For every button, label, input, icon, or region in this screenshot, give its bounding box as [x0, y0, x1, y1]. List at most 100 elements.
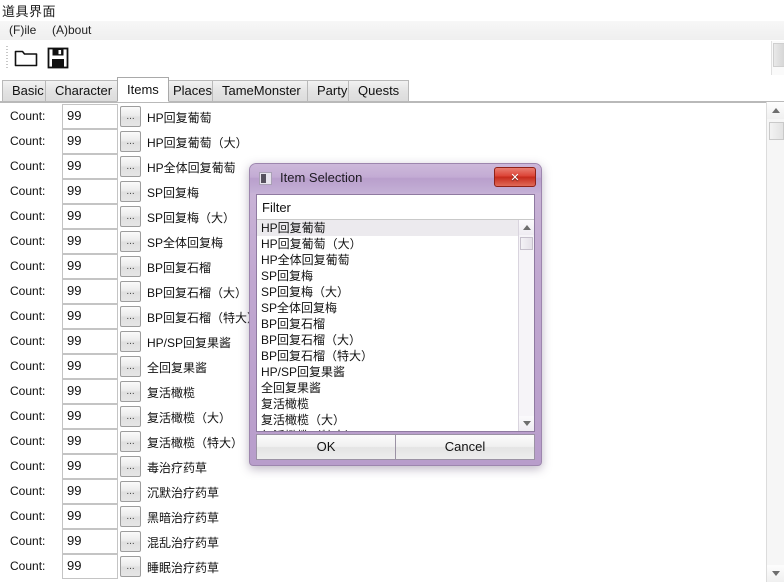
menu-file[interactable]: (F)ile	[5, 23, 40, 38]
dialog-scroll-down-button[interactable]	[519, 416, 534, 431]
count-input[interactable]: 99	[62, 454, 118, 479]
item-name: BP回复石榴（大）	[147, 286, 248, 300]
tab-character[interactable]: Character	[45, 80, 123, 101]
count-input[interactable]: 99	[62, 179, 118, 204]
scroll-down-button[interactable]	[767, 565, 784, 582]
browse-button[interactable]: ...	[120, 206, 141, 227]
browse-button[interactable]: ...	[120, 381, 141, 402]
count-value: 99	[67, 158, 82, 173]
list-item[interactable]: SP全体回复梅	[257, 300, 534, 316]
open-file-button[interactable]	[12, 44, 40, 72]
browse-button[interactable]: ...	[120, 156, 141, 177]
tab-items[interactable]: Items	[117, 77, 169, 102]
save-file-button[interactable]	[44, 44, 72, 72]
browse-button[interactable]: ...	[120, 531, 141, 552]
browse-button[interactable]: ...	[120, 181, 141, 202]
count-input[interactable]: 99	[62, 204, 118, 229]
count-input[interactable]: 99	[62, 279, 118, 304]
list-item[interactable]: HP回复葡萄（大）	[257, 236, 534, 252]
count-input[interactable]: 99	[62, 504, 118, 529]
chevron-up-icon	[771, 108, 780, 113]
count-label: Count:	[10, 334, 46, 348]
browse-button[interactable]: ...	[120, 231, 141, 252]
cancel-button[interactable]: Cancel	[396, 434, 535, 460]
browse-button[interactable]: ...	[120, 131, 141, 152]
count-input[interactable]: 99	[62, 254, 118, 279]
list-item[interactable]: 复活橄榄	[257, 396, 534, 412]
toolbar	[0, 40, 784, 77]
count-label: Count:	[10, 109, 46, 123]
browse-button[interactable]: ...	[120, 481, 141, 502]
main-scroll-thumb[interactable]	[769, 122, 784, 140]
count-value: 99	[67, 283, 82, 298]
list-item[interactable]: SP回复梅	[257, 268, 534, 284]
item-name: 复活橄榄（大）	[147, 411, 232, 425]
item-selection-list[interactable]: HP回复葡萄 HP回复葡萄（大） HP全体回复葡萄 SP回复梅 SP回复梅（大） SP全体…	[257, 220, 534, 431]
dialog-scroll-thumb[interactable]	[520, 237, 533, 250]
count-label: Count:	[10, 184, 46, 198]
toolbar-scrollbar[interactable]	[771, 41, 784, 75]
count-input[interactable]: 99	[62, 304, 118, 329]
count-input[interactable]: 99	[62, 129, 118, 154]
item-name: 全回复果酱	[147, 361, 208, 375]
count-input[interactable]: 99	[62, 404, 118, 429]
browse-button[interactable]: ...	[120, 256, 141, 277]
item-name: HP回复葡萄（大）	[147, 136, 248, 150]
filter-label: Filter	[262, 200, 291, 215]
menu-about[interactable]: (A)bout	[48, 23, 95, 38]
count-label: Count:	[10, 209, 46, 223]
list-item[interactable]: 复活橄榄（特大）	[257, 428, 534, 431]
count-input[interactable]: 99	[62, 429, 118, 454]
list-item[interactable]: 复活橄榄（大）	[257, 412, 534, 428]
toolbar-grip[interactable]	[6, 46, 8, 70]
dialog-scroll-up-button[interactable]	[519, 220, 534, 235]
main-vertical-scrollbar[interactable]	[766, 102, 784, 582]
toolbar-scrollbar-thumb[interactable]	[773, 43, 784, 67]
item-name: 复活橄榄（特大）	[147, 436, 244, 450]
list-item[interactable]: HP回复葡萄	[257, 220, 534, 236]
browse-button[interactable]: ...	[120, 356, 141, 377]
browse-button[interactable]: ...	[120, 281, 141, 302]
browse-button[interactable]: ...	[120, 431, 141, 452]
count-input[interactable]: 99	[62, 379, 118, 404]
tab-quests[interactable]: Quests	[348, 80, 410, 101]
main-scroll-track[interactable]	[767, 119, 784, 565]
item-name: 沉默治疗药草	[147, 486, 220, 500]
count-input[interactable]: 99	[62, 154, 118, 179]
count-label: Count:	[10, 309, 46, 323]
count-input[interactable]: 99	[62, 479, 118, 504]
count-input[interactable]: 99	[62, 229, 118, 254]
browse-button[interactable]: ...	[120, 506, 141, 527]
list-item[interactable]: SP回复梅（大）	[257, 284, 534, 300]
browse-button[interactable]: ...	[120, 106, 141, 127]
count-input[interactable]: 99	[62, 104, 118, 129]
scroll-up-button[interactable]	[767, 102, 784, 119]
close-icon[interactable]: ✕	[494, 167, 536, 187]
list-item[interactable]: HP全体回复葡萄	[257, 252, 534, 268]
browse-button[interactable]: ...	[120, 306, 141, 327]
tab-tamemonster[interactable]: TameMonster	[212, 80, 311, 101]
browse-button[interactable]: ...	[120, 331, 141, 352]
window-icon	[259, 172, 272, 185]
count-label: Count:	[10, 509, 46, 523]
count-input[interactable]: 99	[62, 529, 118, 554]
list-item[interactable]: BP回复石榴（特大）	[257, 348, 534, 364]
count-input[interactable]: 99	[62, 329, 118, 354]
ok-button[interactable]: OK	[256, 434, 396, 460]
browse-button[interactable]: ...	[120, 456, 141, 477]
count-label: Count:	[10, 234, 46, 248]
browse-button[interactable]: ...	[120, 556, 141, 577]
list-item[interactable]: BP回复石榴	[257, 316, 534, 332]
page-title: 道具界面	[2, 4, 57, 19]
dialog-scrollbar[interactable]	[518, 220, 534, 431]
browse-button[interactable]: ...	[120, 406, 141, 427]
filter-input[interactable]	[303, 195, 534, 219]
list-item[interactable]: 全回复果酱	[257, 380, 534, 396]
dialog-title: Item Selection	[280, 170, 363, 185]
list-item[interactable]: BP回复石榴（大）	[257, 332, 534, 348]
count-label: Count:	[10, 459, 46, 473]
count-input[interactable]: 99	[62, 354, 118, 379]
count-input[interactable]: 99	[62, 554, 118, 579]
dialog-title-bar[interactable]: Item Selection ✕	[250, 164, 541, 193]
list-item[interactable]: HP/SP回复果酱	[257, 364, 534, 380]
